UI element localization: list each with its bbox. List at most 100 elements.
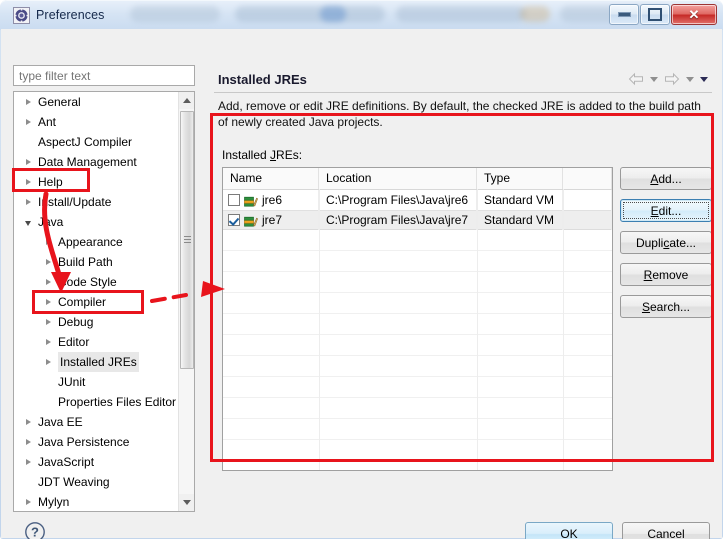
table-empty-row [223,377,612,398]
jre-default-checkbox[interactable] [228,214,240,226]
filter-input[interactable] [13,65,195,86]
preferences-tree[interactable]: General Ant AspectJ Compiler Data Managemen… [13,91,195,512]
tree-collapsed-caret-icon[interactable] [22,92,34,112]
tree-item-install-update[interactable]: Install/Update [14,192,179,212]
tree-collapsed-caret-icon[interactable] [22,112,34,132]
tree-collapsed-caret-icon[interactable] [42,352,54,372]
tree-collapsed-caret-icon[interactable] [22,152,34,172]
jre-library-icon [244,214,258,227]
tree-vertical-scrollbar[interactable] [178,92,194,511]
search-button[interactable]: Search... [620,295,712,318]
tree-collapsed-caret-icon[interactable] [22,172,34,192]
help-question-icon[interactable]: ? [24,521,46,539]
tree-collapsed-caret-icon[interactable] [42,332,54,352]
remove-button[interactable]: Remove [620,263,712,286]
tree-collapsed-caret-icon[interactable] [42,292,54,312]
installed-jres-label: Installed JREs: [222,148,302,162]
tree-collapsed-caret-icon[interactable] [22,432,34,452]
tree-collapsed-caret-icon[interactable] [22,492,34,511]
tree-collapsed-caret-icon[interactable] [42,312,54,332]
column-header-name[interactable]: Name [223,168,319,189]
label-suffix: REs: [276,148,303,162]
scroll-down-button[interactable] [179,494,194,511]
table-row[interactable]: jre6 C:\Program Files\Java\jre6 Standard V… [223,190,612,210]
tree-item-code-style[interactable]: Code Style [14,272,179,292]
duplicate-button[interactable]: Duplicate... [620,231,712,254]
tree-item-java[interactable]: Java [14,212,179,232]
tree-collapsed-caret-icon[interactable] [42,272,54,292]
forward-arrow-icon[interactable] [664,72,680,86]
dialog-client-area: General Ant AspectJ Compiler Data Managemen… [1,29,722,539]
label-post: emove [652,267,689,282]
cell-type: Standard VM [477,190,563,210]
tree-item-label: Data Management [38,155,137,169]
column-separator[interactable] [319,189,320,470]
tree-item-compiler[interactable]: Compiler [14,292,179,312]
preference-page: Installed JREs Add, remove or edit JRE d… [206,32,716,484]
tree-item-debug[interactable]: Debug [14,312,179,332]
forward-history-chevron-down-icon[interactable] [686,76,694,82]
tree-item-properties-files-editor[interactable]: Properties Files Editor [14,392,179,412]
minimize-button[interactable] [609,4,639,25]
table-body: jre6 C:\Program Files\Java\jre6 Standard V… [223,190,612,230]
tree-collapsed-caret-icon[interactable] [42,252,54,272]
tree-item-label: Build Path [58,255,113,269]
tree-item-label: Java EE [38,415,83,429]
tree-item-editor[interactable]: Editor [14,332,179,352]
table-empty-row [223,356,612,377]
scroll-up-button[interactable] [179,92,194,109]
tree-item-aspectj-compiler[interactable]: AspectJ Compiler [14,132,179,152]
back-arrow-icon[interactable] [628,72,644,86]
tree-item-junit[interactable]: JUnit [14,372,179,392]
screenshot-root: Preferences ✕ General Ant AspectJ Compiler… [0,0,723,539]
glass-smudge [235,6,385,22]
tree-item-jdt-weaving[interactable]: JDT Weaving [14,472,179,492]
page-header-separator [214,92,712,93]
tree-item-installed-jres[interactable]: Installed JREs [14,352,179,372]
installed-jres-table[interactable]: Name Location Type jre6 C:\Program Files\Ja… [222,167,613,471]
jre-default-checkbox[interactable] [228,194,240,206]
maximize-restore-button[interactable] [640,4,670,25]
tree-item-ant[interactable]: Ant [14,112,179,132]
label-post: dd... [658,171,682,186]
scrollbar-thumb[interactable] [180,111,194,369]
column-header-type[interactable]: Type [477,168,563,189]
tree-item-java-persistence[interactable]: Java Persistence [14,432,179,452]
tree-item-help[interactable]: Help [14,172,179,192]
tree-item-build-path[interactable]: Build Path [14,252,179,272]
tree-collapsed-caret-icon[interactable] [22,412,34,432]
add-button[interactable]: Add... [620,167,712,190]
glass-smudge [130,6,220,22]
edit-button[interactable]: Edit... [620,199,712,222]
ok-button[interactable]: OK [525,522,613,539]
cancel-button[interactable]: Cancel [622,522,710,539]
label-post: dit... [658,203,682,218]
jre-action-buttons: Add... Edit... Duplicate... Remove Search... [620,167,712,327]
tree-item-mylyn[interactable]: Mylyn [14,492,179,511]
view-menu-chevron-down-icon[interactable] [700,76,708,82]
table-row[interactable]: jre7 C:\Program Files\Java\jre7 Standard V… [223,210,612,230]
column-separator[interactable] [477,189,478,470]
cell-extra [563,190,612,210]
tree-item-javascript[interactable]: JavaScript [14,452,179,472]
tree-item-appearance[interactable]: Appearance [14,232,179,252]
tree-item-label: General [38,95,81,109]
column-header-location[interactable]: Location [319,168,477,189]
tree-item-data-management[interactable]: Data Management [14,152,179,172]
column-header-extra[interactable] [563,168,612,189]
tree-item-label: JUnit [58,375,86,389]
tree-collapsed-caret-icon[interactable] [22,192,34,212]
tree-collapsed-caret-icon[interactable] [22,452,34,472]
caret-up-icon [183,98,191,103]
tree-item-java-ee[interactable]: Java EE [14,412,179,432]
close-button[interactable]: ✕ [671,4,717,25]
table-empty-row [223,293,612,314]
tree-item-general[interactable]: General [14,92,179,112]
tree-expanded-caret-icon[interactable] [22,212,34,232]
button-label: Add... [650,172,681,186]
back-history-chevron-down-icon[interactable] [650,76,658,82]
button-label: Search... [642,300,690,314]
tree-collapsed-caret-icon[interactable] [42,232,54,252]
column-separator[interactable] [563,189,564,470]
svg-text:?: ? [31,525,39,539]
